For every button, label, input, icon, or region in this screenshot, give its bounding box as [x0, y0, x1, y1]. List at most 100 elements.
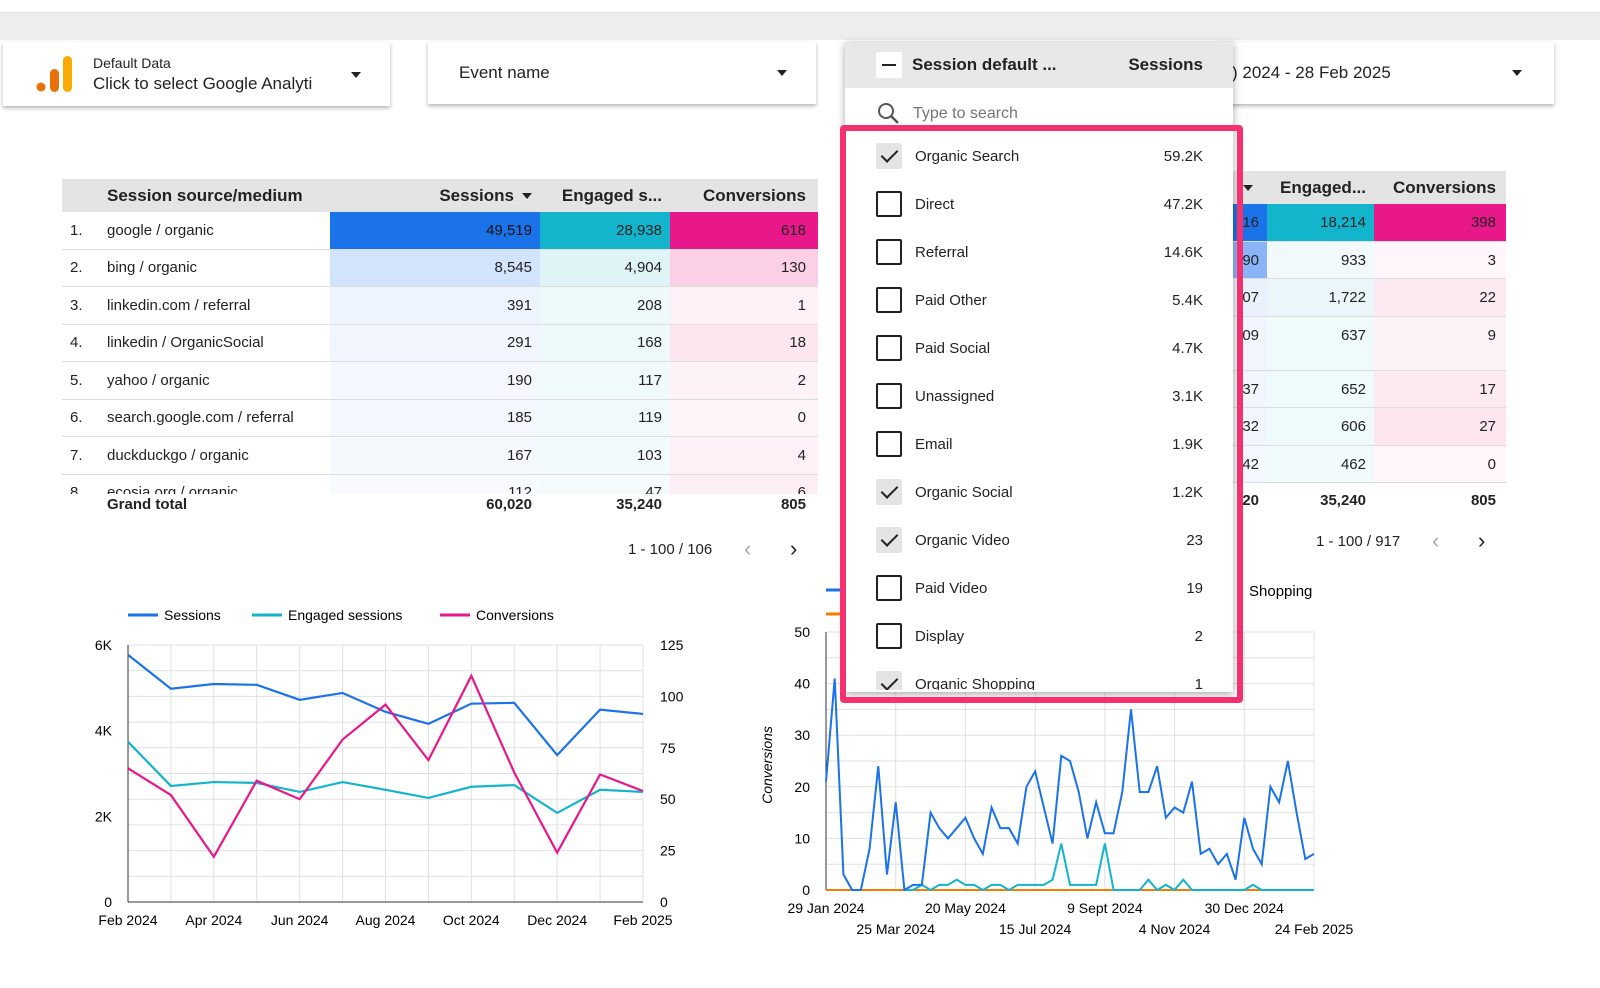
- header-source-medium[interactable]: Session source/medium: [107, 179, 303, 212]
- table-row[interactable]: 7. duckduckgo / organic 167 103 4: [62, 437, 818, 475]
- x-tick: Jun 2024: [271, 912, 329, 928]
- row-index: 8.: [70, 484, 83, 494]
- total-engaged: 35,240: [1320, 491, 1366, 509]
- row-source-medium: duckduckgo / organic: [107, 446, 249, 464]
- row-index: 4.: [70, 334, 83, 352]
- row-conversions: 130: [670, 249, 818, 286]
- row-engaged: 933: [1267, 241, 1374, 278]
- row-conversions: 398: [1374, 204, 1506, 241]
- row-source-medium: yahoo / organic: [107, 371, 210, 389]
- x-tick: 25 Mar 2024: [856, 921, 935, 937]
- row-engaged: 637: [1267, 316, 1374, 370]
- date-range-selector[interactable]: ) 2024 - 28 Feb 2025: [1220, 42, 1554, 104]
- table-row[interactable]: 2. bing / organic 8,545 4,904 130: [62, 249, 818, 287]
- row-source-medium: search.google.com / referral: [107, 409, 294, 427]
- header-conversions[interactable]: Conversions: [1374, 171, 1506, 204]
- table1-pagination: 1 - 100 / 106: [628, 541, 713, 558]
- row-engaged: 47: [540, 474, 670, 494]
- sort-desc-icon: [522, 192, 532, 199]
- table-row[interactable]: 1. google / organic 49,519 28,938 618: [62, 212, 818, 250]
- y-axis-label: Conversions: [759, 726, 775, 804]
- select-all-checkbox[interactable]: [876, 52, 902, 78]
- row-sessions: 112: [330, 474, 540, 494]
- row-engaged: 462: [1267, 445, 1374, 482]
- y-tick: 0: [802, 882, 810, 898]
- x-tick: Apr 2024: [185, 912, 242, 928]
- y-tick-left: 6K: [95, 637, 113, 653]
- prev-page-icon[interactable]: ‹: [1432, 528, 1439, 554]
- dropdown-metric-label: Sessions: [1128, 55, 1203, 74]
- table-row[interactable]: 32 606 27: [1233, 408, 1506, 446]
- row-conversions: 18: [670, 324, 818, 361]
- table-row[interactable]: 07 1,722 22: [1233, 279, 1506, 317]
- legend-label: Sessions: [164, 607, 221, 623]
- table-row[interactable]: 90 933 3: [1233, 241, 1506, 279]
- table-row[interactable]: 37 652 17: [1233, 370, 1506, 408]
- row-conversions: 17: [1374, 370, 1506, 407]
- channel-table: Engaged... Conversions 16 18,214 398 90 933 3…: [1233, 171, 1506, 517]
- prev-page-icon[interactable]: ‹: [744, 536, 751, 562]
- grand-total-row: Grand total 60,020 35,240 805: [62, 494, 818, 514]
- row-sessions: 391: [330, 287, 540, 324]
- header-conversions[interactable]: Conversions: [670, 179, 818, 212]
- data-source-selector[interactable]: Default Data Click to select Google Anal…: [3, 42, 390, 106]
- dropdown-search-input[interactable]: [913, 102, 1203, 126]
- table-row[interactable]: 6. search.google.com / referral 185 119 0: [62, 399, 818, 437]
- y-tick: 50: [794, 624, 810, 640]
- header-engaged[interactable]: Engaged s...: [540, 179, 670, 212]
- row-sessions: 8,545: [330, 249, 540, 286]
- row-index: 7.: [70, 446, 83, 464]
- table-row[interactable]: 3. linkedin.com / referral 391 208 1: [62, 287, 818, 325]
- row-index: 6.: [70, 409, 83, 427]
- row-index: 3.: [70, 296, 83, 314]
- row-source-medium: linkedin.com / referral: [107, 296, 251, 314]
- row-engaged: 117: [540, 362, 670, 399]
- y-tick-right: 25: [660, 843, 676, 859]
- header-sessions[interactable]: Sessions: [330, 179, 540, 212]
- row-engaged: 4,904: [540, 249, 670, 286]
- search-icon: [878, 103, 899, 124]
- source-medium-table: Session source/medium Sessions Engaged s…: [62, 179, 818, 514]
- legend-label: Engaged sessions: [288, 607, 402, 623]
- y-tick-left: 4K: [95, 723, 113, 739]
- y-tick: 30: [794, 727, 810, 743]
- row-conversions: 22: [1374, 279, 1506, 316]
- next-page-icon[interactable]: ›: [790, 536, 797, 562]
- x-tick: Aug 2024: [356, 912, 416, 928]
- table-row[interactable]: 09 637 9: [1233, 316, 1506, 371]
- x-tick: Feb 2025: [613, 912, 672, 928]
- row-source-medium: google / organic: [107, 221, 214, 239]
- y-tick-right: 125: [660, 637, 684, 653]
- x-tick: Feb 2024: [98, 912, 157, 928]
- grand-total-label: Grand total: [107, 495, 188, 513]
- table-row[interactable]: 8. ecosia.org / organic 112 47 6: [62, 474, 818, 494]
- table-header: Session source/medium Sessions Engaged s…: [62, 179, 818, 212]
- table-row[interactable]: 4. linkedin / OrganicSocial 291 168 18: [62, 324, 818, 362]
- header-engaged[interactable]: Engaged...: [1267, 171, 1374, 204]
- next-page-icon[interactable]: ›: [1478, 528, 1485, 554]
- row-engaged: 18,214: [1267, 204, 1374, 241]
- y-tick-right: 0: [660, 894, 668, 910]
- row-index: 1.: [70, 221, 83, 239]
- event-name-filter[interactable]: Event name: [428, 42, 816, 104]
- row-source-medium: bing / organic: [107, 259, 198, 277]
- x-tick: 24 Feb 2025: [1275, 921, 1354, 937]
- row-conversions: 0: [1374, 445, 1506, 482]
- x-tick: 4 Nov 2024: [1139, 921, 1211, 937]
- total-conversions: 805: [780, 495, 806, 513]
- header-sessions-label: Sessions: [439, 185, 514, 205]
- row-conversions: 618: [670, 212, 818, 249]
- row-index: 5.: [70, 371, 83, 389]
- row-engaged: 28,938: [540, 212, 670, 249]
- row-sessions: 167: [330, 437, 540, 474]
- table-row[interactable]: 16 18,214 398: [1233, 204, 1506, 242]
- row-conversions: 3: [1374, 241, 1506, 278]
- y-tick: 20: [794, 779, 810, 795]
- row-conversions: 9: [1374, 316, 1506, 370]
- table-row[interactable]: 42 462 0: [1233, 445, 1506, 483]
- row-source-medium: ecosia.org / organic: [107, 484, 238, 494]
- table-row[interactable]: 5. yahoo / organic 190 117 2: [62, 362, 818, 400]
- total-engaged: 35,240: [616, 495, 662, 513]
- row-conversions: 4: [670, 437, 818, 474]
- x-tick: Dec 2024: [527, 912, 587, 928]
